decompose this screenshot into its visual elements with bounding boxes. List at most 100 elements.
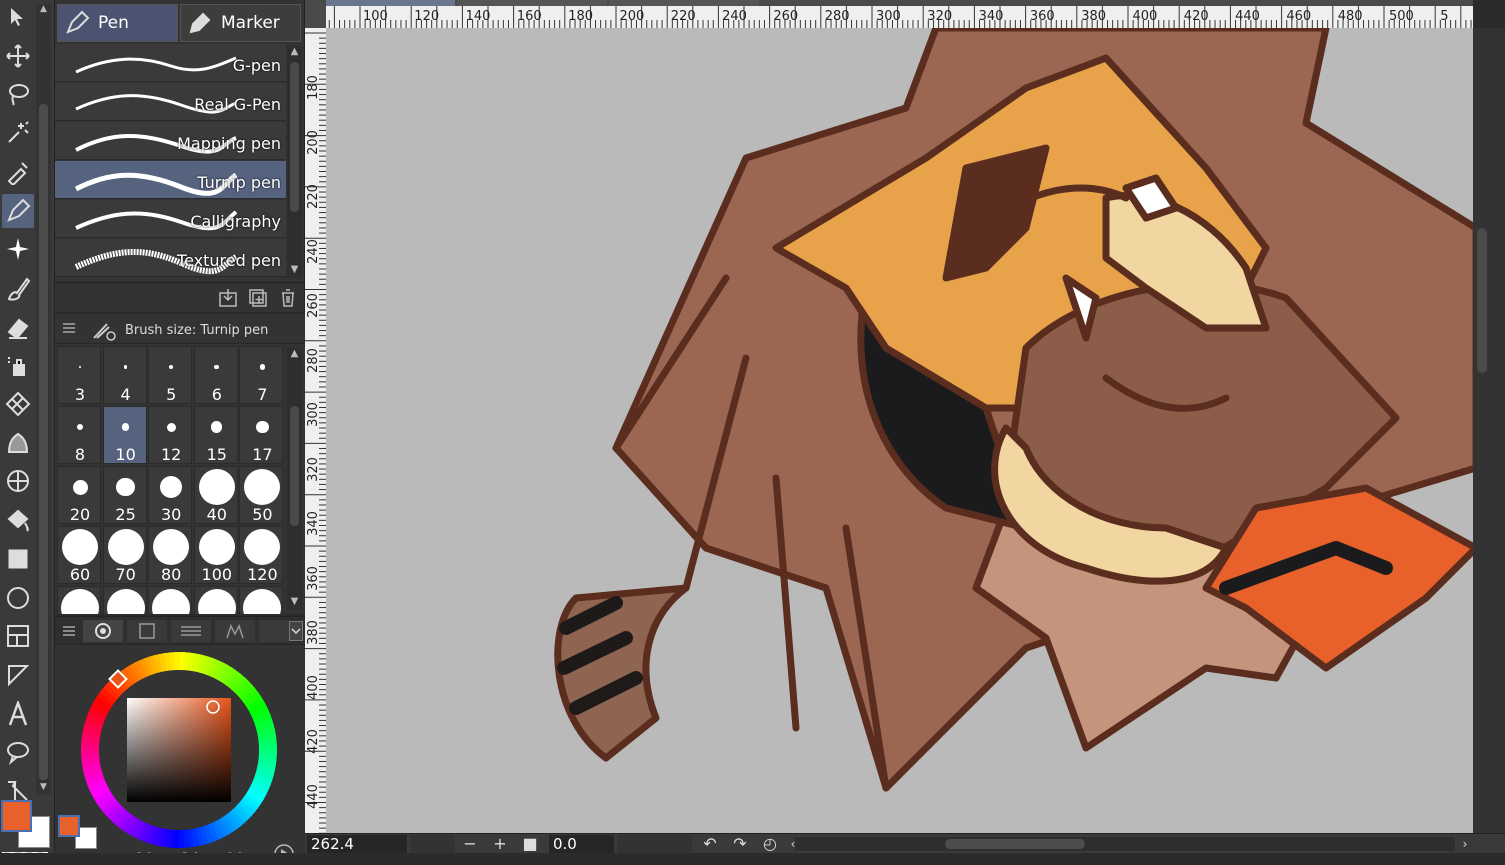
brush-size-option[interactable]: 70	[102, 526, 147, 584]
scroll-down-icon[interactable]: ▼	[287, 264, 302, 275]
brush-size-option[interactable]	[239, 586, 284, 614]
brush-size-option[interactable]: 17	[239, 406, 284, 464]
scroll-thumb[interactable]	[290, 406, 299, 526]
brush-item-real-g-pen[interactable]: Real G-Pen	[55, 83, 286, 121]
brush-size-dot	[62, 529, 98, 565]
tab-intermediate-color[interactable]	[215, 620, 255, 642]
brush-size-option[interactable]: 60	[57, 526, 101, 584]
brush-size-option[interactable]: 6	[193, 346, 238, 404]
tool-balloon[interactable]	[2, 735, 34, 769]
canvas-vertical-scrollbar[interactable]	[1473, 28, 1505, 833]
brush-size-option[interactable]: 10	[102, 406, 147, 464]
brush-size-option[interactable]	[148, 586, 193, 614]
brush-size-option[interactable]	[193, 586, 238, 614]
tool-pen-tool[interactable]	[2, 193, 34, 228]
tab-approximate-color[interactable]	[259, 620, 289, 642]
zoom-slider[interactable]	[410, 835, 455, 853]
scroll-up-icon[interactable]: ▲	[287, 348, 302, 359]
tool-brush[interactable]	[2, 271, 34, 305]
tool-magic-wand[interactable]	[2, 116, 34, 150]
tool-gradient[interactable]	[2, 542, 34, 576]
ruler-label: 220	[305, 184, 321, 209]
reset-rotation-icon[interactable]: ◴	[760, 834, 780, 854]
tool-blend[interactable]	[2, 426, 34, 460]
tool-move[interactable]	[2, 39, 34, 73]
brush-size-option[interactable]: 15	[193, 406, 238, 464]
main-color-swatch[interactable]	[1, 800, 32, 832]
tool-sparkle[interactable]	[2, 232, 34, 266]
panel-menu-icon[interactable]	[63, 322, 75, 334]
tool-text[interactable]	[2, 697, 34, 731]
brush-size-option[interactable]: 12	[148, 406, 193, 464]
tool-eyedropper[interactable]	[2, 155, 34, 189]
panel-menu-icon[interactable]	[63, 625, 75, 637]
main-color-swatch-small[interactable]	[58, 815, 80, 837]
zoom-value: 262.4	[311, 835, 354, 853]
bottom-strip	[0, 853, 1505, 865]
tab-color-set[interactable]	[127, 620, 167, 642]
zoom-out-button[interactable]: −	[460, 834, 480, 854]
tool-lasso[interactable]	[2, 77, 34, 111]
brush-size-option[interactable]: 3	[57, 346, 101, 404]
canvas-horizontal-scrollbar[interactable]	[795, 837, 1455, 851]
tool-select[interactable]	[2, 0, 34, 34]
import-icon[interactable]	[217, 287, 239, 309]
scroll-thumb[interactable]	[39, 104, 48, 780]
tab-color-wheel[interactable]	[83, 620, 123, 642]
scroll-down-icon[interactable]: ▼	[36, 782, 51, 794]
brush-item-calligraphy[interactable]: Calligraphy	[55, 200, 286, 238]
brush-size-option[interactable]: 5	[148, 346, 193, 404]
tool-airbrush[interactable]	[2, 348, 34, 382]
brush-size-option[interactable]: 100	[193, 526, 238, 584]
color-wheel[interactable]	[79, 650, 279, 850]
scroll-right-icon[interactable]: ›	[1455, 834, 1475, 854]
trash-icon[interactable]	[277, 287, 299, 309]
scroll-up-icon[interactable]: ▲	[36, 4, 51, 16]
brush-list-scrollbar[interactable]: ▲ ▼	[287, 46, 302, 278]
tool-fill[interactable]	[2, 503, 34, 537]
brush-size-option[interactable]	[57, 586, 101, 614]
brush-size-option[interactable]	[102, 586, 147, 614]
brush-size-option[interactable]: 80	[148, 526, 193, 584]
scroll-up-icon[interactable]: ▲	[287, 46, 302, 57]
tool-ellipse[interactable]	[2, 581, 34, 615]
brush-size-option[interactable]: 40	[193, 466, 238, 524]
rotation-slider[interactable]	[617, 835, 692, 853]
rotate-left-icon[interactable]: ↶	[700, 834, 720, 854]
rotation-field[interactable]: 0.0	[549, 835, 614, 853]
fit-button[interactable]: ■	[520, 834, 540, 854]
brush-size-option[interactable]: 30	[148, 466, 193, 524]
chevron-down-icon[interactable]	[289, 621, 303, 641]
brush-item-turnip-pen[interactable]: Turnip pen	[55, 161, 286, 199]
brush-size-option[interactable]: 7	[239, 346, 284, 404]
tool-decoration[interactable]	[2, 387, 34, 421]
brush-size-option[interactable]: 20	[57, 466, 101, 524]
brush-size-scrollbar[interactable]: ▲ ▼	[287, 348, 302, 610]
tab-pen[interactable]: Pen	[57, 4, 178, 42]
brush-size-option[interactable]: 50	[239, 466, 284, 524]
brush-size-option[interactable]: 120	[239, 526, 284, 584]
brush-size-option[interactable]: 8	[57, 406, 101, 464]
brush-size-dot	[211, 421, 223, 433]
duplicate-icon[interactable]	[247, 287, 269, 309]
tool-frame[interactable]	[2, 464, 34, 498]
tool-eraser[interactable]	[2, 310, 34, 344]
tool-ruler[interactable]	[2, 658, 34, 692]
tab-marker[interactable]: Marker	[180, 4, 301, 42]
tab-color-slider[interactable]	[171, 620, 211, 642]
scroll-down-icon[interactable]: ▼	[287, 596, 302, 607]
brush-item-mapping-pen[interactable]: Mapping pen	[55, 122, 286, 160]
scroll-thumb[interactable]	[290, 62, 299, 212]
brush-size-option[interactable]: 4	[102, 346, 147, 404]
scroll-thumb[interactable]	[1477, 228, 1487, 373]
zoom-field[interactable]: 262.4	[307, 835, 407, 853]
brush-size-option[interactable]: 25	[102, 466, 147, 524]
zoom-in-button[interactable]: +	[490, 834, 510, 854]
scroll-thumb[interactable]	[945, 839, 1085, 849]
drawing-canvas[interactable]	[326, 28, 1473, 833]
brush-item-textured-pen[interactable]: Textured pen	[55, 239, 286, 277]
tool-panel[interactable]	[2, 619, 34, 653]
rotate-right-icon[interactable]: ↷	[730, 834, 750, 854]
brush-item-g-pen[interactable]: G-pen	[55, 44, 286, 82]
tool-strip-scrollbar[interactable]: ▲ ▼	[36, 4, 51, 794]
